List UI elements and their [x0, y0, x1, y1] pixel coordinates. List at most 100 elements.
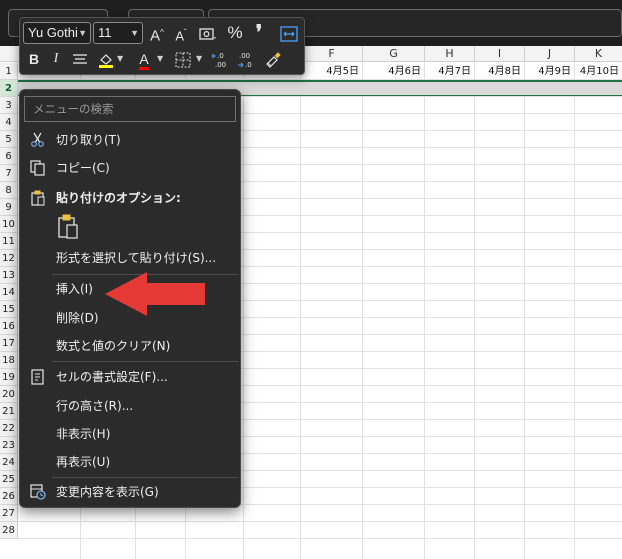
font-color-button[interactable]: A — [134, 48, 154, 70]
chevron-down-icon: ▼ — [78, 28, 87, 38]
font-size-value: 11 — [98, 25, 112, 40]
row-header-11[interactable]: 11 — [0, 233, 18, 250]
row-header-18[interactable]: 18 — [0, 352, 18, 369]
row-header-22[interactable]: 22 — [0, 420, 18, 437]
menu-item-unhide[interactable]: 再表示(U) — [20, 450, 240, 474]
decrease-decimal-button[interactable]: .00 .0 — [236, 48, 260, 70]
row-header-5[interactable]: 5 — [0, 131, 18, 148]
increase-font-icon: A — [150, 27, 161, 45]
menu-item-format-cells[interactable]: セルの書式設定(F)... — [20, 365, 240, 389]
grid-line — [574, 62, 575, 559]
cell-f1[interactable]: 4月5日 — [300, 63, 362, 80]
format-painter-button[interactable] — [262, 48, 284, 70]
fill-color-icon — [99, 54, 113, 69]
row-header-10[interactable]: 10 — [0, 216, 18, 233]
row-header-8[interactable]: 8 — [0, 182, 18, 199]
menu-item-cut[interactable]: 切り取り(T) — [20, 128, 240, 152]
menu-separator — [52, 477, 238, 478]
row-header-15[interactable]: 15 — [0, 301, 18, 318]
row-header-16[interactable]: 16 — [0, 318, 18, 335]
row-header-12[interactable]: 12 — [0, 250, 18, 267]
format-painter-icon — [266, 52, 281, 69]
grid-line — [18, 521, 622, 522]
row-header-24[interactable]: 24 — [0, 454, 18, 471]
row-header-9[interactable]: 9 — [0, 199, 18, 216]
row-header-14[interactable]: 14 — [0, 284, 18, 301]
menu-separator — [52, 361, 238, 362]
menu-item-label: 挿入(I) — [56, 282, 93, 296]
format-cells-icon — [31, 369, 44, 385]
svg-text:.0: .0 — [217, 52, 224, 60]
accounting-format-button[interactable] — [195, 22, 221, 44]
chevron-down-icon: ▼ — [130, 28, 139, 38]
font-size-combo[interactable]: 11 ▼ — [93, 22, 143, 44]
column-header-h[interactable]: H — [424, 46, 474, 62]
merge-center-icon — [280, 26, 298, 42]
increase-decimal-button[interactable]: .0 .00 — [210, 48, 234, 70]
chevron-down-icon[interactable]: ▼ — [196, 48, 202, 70]
column-header-g[interactable]: G — [362, 46, 424, 62]
scissors-icon — [31, 132, 44, 147]
font-name-combo[interactable]: Yu Gothi ▼ — [23, 22, 91, 44]
row-header-1[interactable]: 1 — [0, 63, 18, 80]
row-header-20[interactable]: 20 — [0, 386, 18, 403]
comma-style-button[interactable]: ❜ — [250, 22, 268, 44]
chevron-down-icon[interactable]: ▼ — [157, 48, 163, 70]
row-header-26[interactable]: 26 — [0, 488, 18, 505]
row-header-4[interactable]: 4 — [0, 114, 18, 131]
bold-button[interactable]: B — [24, 48, 44, 70]
chevron-down-icon[interactable]: ▼ — [117, 48, 123, 70]
row-header-27[interactable]: 27 — [0, 505, 18, 522]
grid-line — [243, 62, 244, 559]
svg-text:.00: .00 — [239, 52, 250, 60]
menu-item-copy[interactable]: コピー(C) — [20, 156, 240, 180]
column-header-k[interactable]: K — [574, 46, 622, 62]
borders-button[interactable] — [173, 48, 193, 70]
paste-icon — [58, 214, 78, 239]
grid-line — [300, 62, 301, 559]
menu-search-input[interactable]: メニューの検索 — [24, 96, 236, 122]
menu-item-row-height[interactable]: 行の高さ(R)... — [20, 394, 240, 418]
cell-i1[interactable]: 4月8日 — [474, 63, 524, 80]
increase-font-size-button[interactable]: A^ — [147, 22, 167, 45]
menu-item-show-changes[interactable]: 変更内容を表示(G) — [20, 480, 240, 504]
arrow-shape — [105, 272, 205, 316]
red-arrow-annotation — [105, 272, 205, 316]
row-header-28[interactable]: 28 — [0, 522, 18, 539]
row-header-19[interactable]: 19 — [0, 369, 18, 386]
merge-center-button[interactable] — [278, 22, 300, 44]
cell-j1[interactable]: 4月9日 — [524, 63, 574, 80]
decrease-decimal-icon: .00 .0 — [238, 52, 252, 69]
cell-g1[interactable]: 4月6日 — [362, 63, 424, 80]
row-header-23[interactable]: 23 — [0, 437, 18, 454]
italic-button[interactable]: I — [48, 48, 64, 70]
row-header-3[interactable]: 3 — [0, 97, 18, 114]
column-header-j[interactable]: J — [524, 46, 574, 62]
align-center-icon — [73, 54, 87, 64]
paste-button[interactable] — [56, 214, 82, 242]
menu-item-paste-special[interactable]: 形式を選択して貼り付け(S)... — [20, 246, 240, 270]
row-header-7[interactable]: 7 — [0, 165, 18, 182]
grid-line — [524, 62, 525, 559]
decrease-font-size-button[interactable]: Aˇ — [171, 22, 191, 44]
row-header-13[interactable]: 13 — [0, 267, 18, 284]
column-header-i[interactable]: I — [474, 46, 524, 62]
menu-item-label: 非表示(H) — [56, 427, 111, 441]
fill-color-button[interactable] — [96, 48, 116, 70]
column-header-f[interactable]: F — [300, 46, 362, 62]
menu-item-hide[interactable]: 非表示(H) — [20, 422, 240, 446]
align-center-button[interactable] — [70, 48, 90, 70]
menu-item-label: 削除(D) — [56, 311, 99, 325]
menu-item-clear-contents[interactable]: 数式と値のクリア(N) — [20, 334, 240, 358]
row-header-2[interactable]: 2 — [0, 80, 18, 97]
borders-icon — [175, 52, 191, 68]
cell-h1[interactable]: 4月7日 — [424, 63, 474, 80]
grid-line — [18, 538, 622, 539]
row-header-6[interactable]: 6 — [0, 148, 18, 165]
row-header-21[interactable]: 21 — [0, 403, 18, 420]
increase-decimal-icon: .0 .00 — [211, 52, 226, 69]
percent-style-button[interactable]: % — [225, 22, 245, 44]
row-header-25[interactable]: 25 — [0, 471, 18, 488]
cell-k1[interactable]: 4月10日 — [574, 63, 622, 80]
row-header-17[interactable]: 17 — [0, 335, 18, 352]
